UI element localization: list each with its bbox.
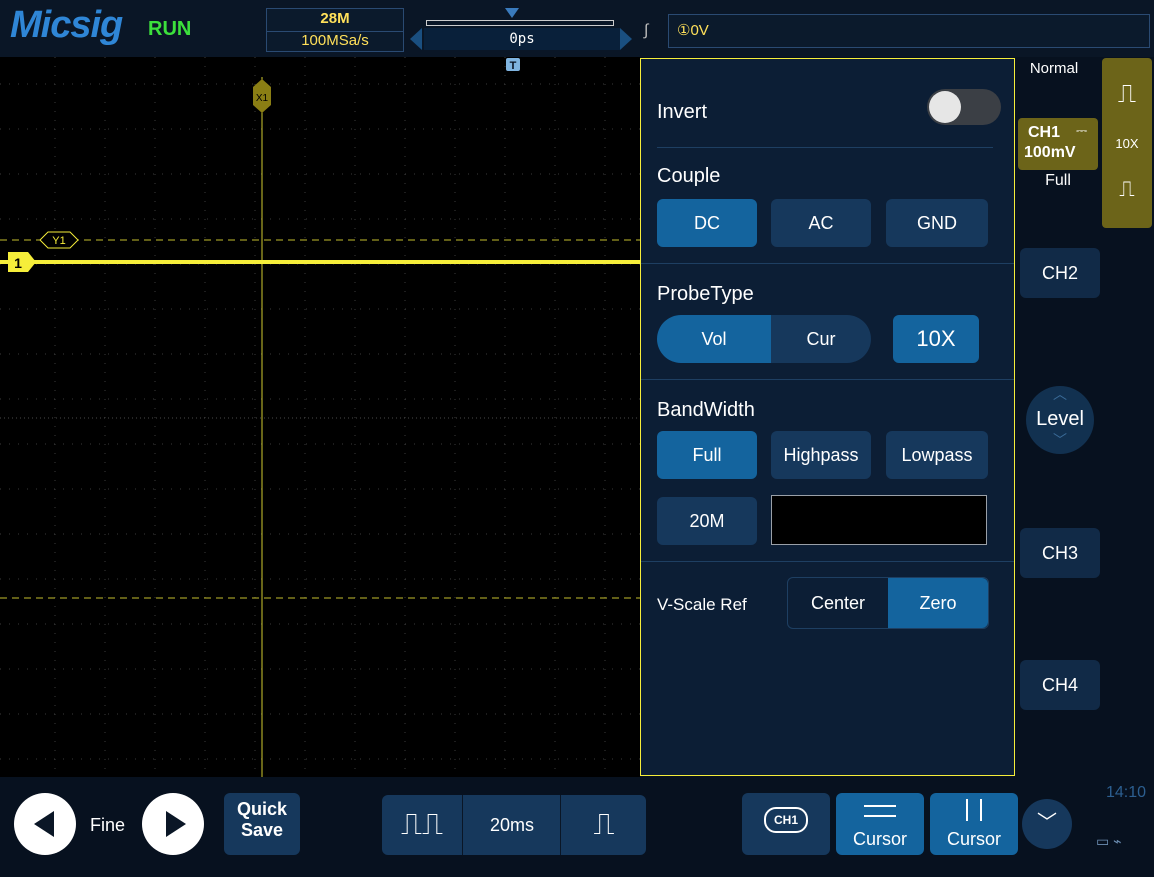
pulse-narrow-icon: ⎍ xyxy=(1119,176,1135,201)
quick-save-line2: Save xyxy=(240,820,284,840)
top-bar: Micsig RUN 28M 100MSa/s 0ps ∫ ①0V xyxy=(0,0,1154,57)
scroll-left-icon[interactable] xyxy=(408,28,422,50)
pulse-wide-icon: ⎍ xyxy=(1117,78,1137,108)
expand-menu-button[interactable]: ﹀ xyxy=(1022,799,1072,849)
trigger-level-box[interactable]: ①0V xyxy=(668,14,1150,48)
trigger-marker-label: T xyxy=(510,60,517,72)
probe-cur-button[interactable]: Cur xyxy=(771,315,871,363)
trigger-position-value: 0ps xyxy=(424,28,620,50)
probe-ratio-button[interactable]: 10X xyxy=(893,315,979,363)
divider xyxy=(462,795,463,855)
graticule: X1 Y1 1 T xyxy=(0,57,640,777)
ch2-button[interactable]: CH2 xyxy=(1020,248,1100,298)
channel-settings-panel: Invert Couple DC AC GND ProbeType Vol Cu… xyxy=(640,58,1015,776)
vscale-center-button[interactable]: Center xyxy=(788,578,888,628)
quick-save-button[interactable]: Quick Save xyxy=(224,793,300,855)
bandwidth-lowpass-button[interactable]: Lowpass xyxy=(886,431,988,479)
run-status[interactable]: RUN xyxy=(148,18,191,41)
arrow-right-icon xyxy=(166,811,186,837)
chevron-up-icon: ︿ xyxy=(1053,386,1067,402)
probe-type-label: ProbeType xyxy=(657,283,754,305)
cursor-horizontal-icon-line xyxy=(864,815,896,817)
micsig-logo: Micsig xyxy=(10,4,123,46)
waveform-display[interactable]: X1 Y1 1 T xyxy=(0,57,640,777)
scroll-right-icon[interactable] xyxy=(620,28,634,50)
clock: 14:10 xyxy=(1106,784,1147,801)
chevron-down-icon: ﹀ xyxy=(1037,812,1057,834)
ch1-stack-icon: CH1 xyxy=(764,807,808,833)
memory-position-bar xyxy=(426,20,614,26)
ch1-settings-button[interactable]: CH1 ⎓ 100mV xyxy=(1018,118,1098,170)
cursor-horizontal-icon xyxy=(864,805,896,807)
level-knob[interactable]: ︿ Level ﹀ xyxy=(1026,386,1094,454)
divider xyxy=(560,795,561,855)
level-label: Level xyxy=(1036,408,1084,430)
toggle-knob xyxy=(929,91,961,123)
couple-label: Couple xyxy=(657,165,721,187)
probe-ratio-label: 10X xyxy=(1115,136,1139,151)
vscale-zero-button[interactable]: Zero xyxy=(888,578,988,628)
ch4-button[interactable]: CH4 xyxy=(1020,660,1100,710)
divider xyxy=(657,147,993,148)
bandwidth-value-field[interactable] xyxy=(771,495,987,545)
fine-label: Fine xyxy=(90,815,126,835)
trigger-position-control[interactable]: 0ps xyxy=(408,8,634,50)
invert-label: Invert xyxy=(657,101,708,123)
ch1-name: CH1 xyxy=(1028,124,1061,141)
rising-edge-icon: ∫ xyxy=(644,22,649,39)
couple-ac-button[interactable]: AC xyxy=(771,199,871,247)
trigger-level-value: ①0V xyxy=(677,22,709,39)
chevron-down-icon: ﹀ xyxy=(1053,432,1067,448)
acquisition-mode[interactable]: Normal xyxy=(1016,60,1092,77)
bandwidth-full-button[interactable]: Full xyxy=(657,431,757,479)
couple-dc-button[interactable]: DC xyxy=(657,199,757,247)
channel-select-button[interactable]: CH1 xyxy=(742,793,830,855)
sample-rate: 100MSa/s xyxy=(267,31,403,49)
timebase-compress-icon[interactable]: ⎍ xyxy=(562,795,646,855)
channel1-marker[interactable] xyxy=(8,252,36,272)
vscale-ref-label: V-Scale Ref xyxy=(657,595,747,614)
cursor-y1-label: Y1 xyxy=(52,235,65,247)
cursor-vertical-button[interactable]: Cursor xyxy=(930,793,1018,855)
quick-save-line1: Quick xyxy=(236,799,288,819)
cursor-x1-label: X1 xyxy=(256,93,269,104)
cursor-horizontal-button[interactable]: Cursor xyxy=(836,793,924,855)
divider xyxy=(641,561,1014,562)
timebase-control: ⎍⎍ 20ms ⎍ xyxy=(382,795,646,855)
cursor-vertical-label: Cursor xyxy=(946,829,1001,849)
divider xyxy=(641,379,1014,380)
arrow-left-icon xyxy=(34,811,54,837)
timebase-expand-icon[interactable]: ⎍⎍ xyxy=(382,795,462,855)
bandwidth-highpass-button[interactable]: Highpass xyxy=(771,431,871,479)
ch1-bandwidth: Full xyxy=(1045,172,1071,189)
ch3-button[interactable]: CH3 xyxy=(1020,528,1100,578)
ch1-probe-strip[interactable]: ⎍ 10X ⎍ xyxy=(1102,58,1152,228)
probe-vol-button[interactable]: Vol xyxy=(657,315,771,363)
usb-battery-icon: ▭ ⌁ xyxy=(1096,833,1122,849)
couple-gnd-button[interactable]: GND xyxy=(886,199,988,247)
cursor-horizontal-label: Cursor xyxy=(852,829,907,849)
bandwidth-label: BandWidth xyxy=(657,399,755,421)
trigger-position-marker-icon xyxy=(505,8,519,18)
timebase-value[interactable]: 20ms xyxy=(464,795,560,855)
acquisition-info[interactable]: 28M 100MSa/s xyxy=(266,8,404,52)
channel1-marker-label: 1 xyxy=(14,255,22,271)
cursor-vertical-icon xyxy=(966,799,968,821)
dc-couple-icon: ⎓ xyxy=(1076,122,1088,138)
vscale-ref-group: Center Zero xyxy=(787,577,989,629)
bandwidth-20m-button[interactable]: 20M xyxy=(657,497,757,545)
ch1-scale: 100mV xyxy=(1024,144,1076,161)
memory-depth: 28M xyxy=(320,10,350,27)
bottom-toolbar: Fine Quick Save ⎍⎍ 20ms ⎍ CH1 Cursor Cur… xyxy=(0,777,1154,865)
fine-left-button[interactable] xyxy=(14,793,76,855)
cursor-vertical-icon-line xyxy=(980,799,982,821)
divider xyxy=(641,263,1014,264)
fine-right-button[interactable] xyxy=(142,793,204,855)
invert-toggle[interactable] xyxy=(927,89,1001,125)
